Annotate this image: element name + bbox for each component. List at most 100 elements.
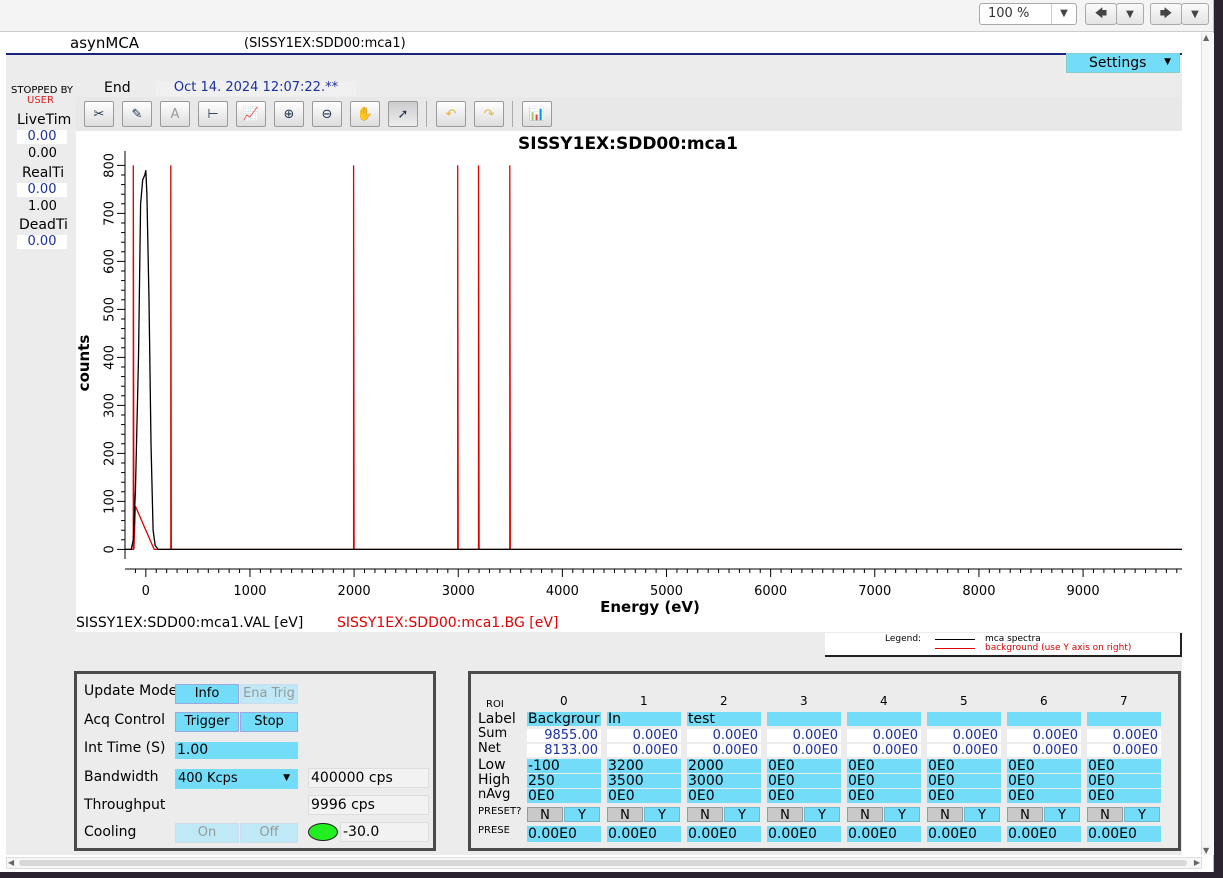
cooling-off-button[interactable]: Off [240, 823, 298, 843]
roi-low-input[interactable]: 0E0 [1007, 759, 1081, 773]
plot-axes: 01002003004005006007008000 1000 2000 3000 40… [103, 151, 1182, 599]
int-time-input[interactable]: 1.00 [175, 742, 298, 759]
settings-menu-button[interactable]: Settings ▼ [1066, 53, 1180, 73]
roi-net-value: 0.00E0 [1007, 744, 1081, 757]
roi-preset-n-button[interactable]: N [1007, 807, 1043, 823]
back-button[interactable]: 🡄 [1085, 3, 1117, 25]
roi-navg-input[interactable]: 0E0 [527, 789, 601, 803]
pan-button[interactable]: ✋ [350, 101, 380, 127]
roi-preset-input[interactable]: 0.00E0 [767, 826, 841, 842]
roi-label-input[interactable] [1087, 712, 1161, 726]
zoom-combo[interactable]: 100 % ▼ [979, 3, 1077, 25]
forward-menu-button[interactable]: ▼ [1181, 3, 1209, 25]
config-tool-button[interactable]: ✂ [84, 101, 114, 127]
chevron-down-icon: ▼ [1126, 8, 1134, 20]
roi-preset-n-button[interactable]: N [767, 807, 803, 823]
roi-low-input[interactable]: 0E0 [847, 759, 921, 773]
roi-preset-y-button[interactable]: Y [564, 807, 600, 823]
roi-high-input[interactable]: 0E0 [1087, 774, 1161, 788]
roi-sum-value: 0.00E0 [847, 729, 921, 742]
undo-button[interactable]: ↶ [436, 101, 466, 127]
back-menu-button[interactable]: ▼ [1116, 3, 1144, 25]
roi-preset-n-button[interactable]: N [847, 807, 883, 823]
roi-preset-y-button[interactable]: Y [1124, 807, 1160, 823]
roi-low-input[interactable]: 0E0 [927, 759, 1001, 773]
roi-preset-y-button[interactable]: Y [804, 807, 840, 823]
forward-button[interactable]: 🡆 [1150, 3, 1182, 25]
roi-col-index: 4 [880, 694, 888, 708]
roi-preset-y-button[interactable]: Y [884, 807, 920, 823]
roi-high-input[interactable]: 0E0 [927, 774, 1001, 788]
scroll-thumb[interactable] [19, 860, 1187, 866]
axis-tool-button[interactable]: ⊢ [198, 101, 228, 127]
stop-button[interactable]: Stop [240, 712, 298, 732]
roi-high-input[interactable]: 0E0 [767, 774, 841, 788]
scroll-left-icon[interactable]: ◀ [8, 858, 14, 867]
roi-high-input[interactable]: 3000 [687, 774, 761, 788]
roi-label-input[interactable] [1007, 712, 1081, 726]
horizontal-scrollbar[interactable]: ◀ ▶ [6, 857, 1202, 869]
roi-preset-input[interactable]: 0.00E0 [927, 826, 1001, 842]
roi-preset-input[interactable]: 0.00E0 [1087, 826, 1161, 842]
roi-preset-y-button[interactable]: Y [1044, 807, 1080, 823]
pen-icon: ✎ [131, 106, 143, 122]
trigger-button[interactable]: Trigger [175, 712, 239, 732]
roi-preset-y-button[interactable]: Y [964, 807, 1000, 823]
roi-preset-n-button[interactable]: N [927, 807, 963, 823]
roi-preset-input[interactable]: 0.00E0 [527, 826, 601, 842]
roi-preset-input[interactable]: 0.00E0 [847, 826, 921, 842]
roi-low-input[interactable]: 0E0 [1087, 759, 1161, 773]
roi-low-input[interactable]: 3200 [607, 759, 681, 773]
roi-preset-y-button[interactable]: Y [644, 807, 680, 823]
vertical-scrollbar[interactable]: ▲ ▼ [1201, 33, 1214, 855]
scroll-right-icon[interactable]: ▶ [1194, 858, 1200, 867]
roi-navg-input[interactable]: 0E0 [1087, 789, 1161, 803]
roi-high-input[interactable]: 250 [527, 774, 601, 788]
redo-button[interactable]: ↷ [474, 101, 504, 127]
roi-low-input[interactable]: 0E0 [767, 759, 841, 773]
chevron-down-icon[interactable]: ▼ [1051, 4, 1076, 24]
plot-settings-button[interactable]: 📊 [522, 101, 552, 127]
roi-preset-n-button[interactable]: N [527, 807, 563, 823]
roi-navg-input[interactable]: 0E0 [847, 789, 921, 803]
scroll-up-icon[interactable]: ▲ [1203, 33, 1209, 42]
annotate-button[interactable]: A [160, 101, 190, 127]
roi-label-input[interactable] [927, 712, 1001, 726]
bandwidth-select[interactable]: 400 Kcps ▼ [175, 769, 298, 789]
select-button[interactable]: ➚ [388, 101, 418, 127]
roi-preset-n-button[interactable]: N [1087, 807, 1123, 823]
roi-label-input[interactable]: Backgrour [527, 712, 601, 726]
roi-navg-input[interactable]: 0E0 [607, 789, 681, 803]
pv-name: (SISSY1EX:SDD00:mca1) [244, 36, 406, 51]
roi-label-input[interactable]: In [607, 712, 681, 726]
roi-navg-input[interactable]: 0E0 [1007, 789, 1081, 803]
bandwidth-label: Bandwidth [84, 769, 159, 785]
roi-preset-input[interactable]: 0.00E0 [607, 826, 681, 842]
roi-preset-n-button[interactable]: N [687, 807, 723, 823]
autoscale-button[interactable]: 📈 [236, 101, 266, 127]
cooling-on-button[interactable]: On [175, 823, 239, 843]
roi-navg-input[interactable]: 0E0 [927, 789, 1001, 803]
roi-navg-input[interactable]: 0E0 [687, 789, 761, 803]
roi-label-input[interactable]: test [687, 712, 761, 726]
roi-high-input[interactable]: 0E0 [1007, 774, 1081, 788]
roi-preset-input[interactable]: 0.00E0 [687, 826, 761, 842]
spectrum-plot[interactable]: SISSY1EX:SDD00:mca1 counts Energy (eV) 0… [76, 131, 1182, 632]
scroll-down-icon[interactable]: ▼ [1203, 846, 1209, 855]
roi-low-input[interactable]: -100 [527, 759, 601, 773]
ena-trig-button[interactable]: Ena Trig [240, 684, 298, 704]
roi-label-input[interactable] [847, 712, 921, 726]
roi-low-input[interactable]: 2000 [687, 759, 761, 773]
roi-row-label: nAvg [478, 787, 511, 802]
zoom-in-button[interactable]: ⊕ [274, 101, 304, 127]
roi-navg-input[interactable]: 0E0 [767, 789, 841, 803]
edit-curve-button[interactable]: ✎ [122, 101, 152, 127]
zoom-out-button[interactable]: ⊖ [312, 101, 342, 127]
roi-high-input[interactable]: 0E0 [847, 774, 921, 788]
roi-label-input[interactable] [767, 712, 841, 726]
roi-high-input[interactable]: 3500 [607, 774, 681, 788]
roi-preset-input[interactable]: 0.00E0 [1007, 826, 1081, 842]
roi-preset-n-button[interactable]: N [607, 807, 643, 823]
info-button[interactable]: Info [175, 684, 239, 704]
roi-preset-y-button[interactable]: Y [724, 807, 760, 823]
